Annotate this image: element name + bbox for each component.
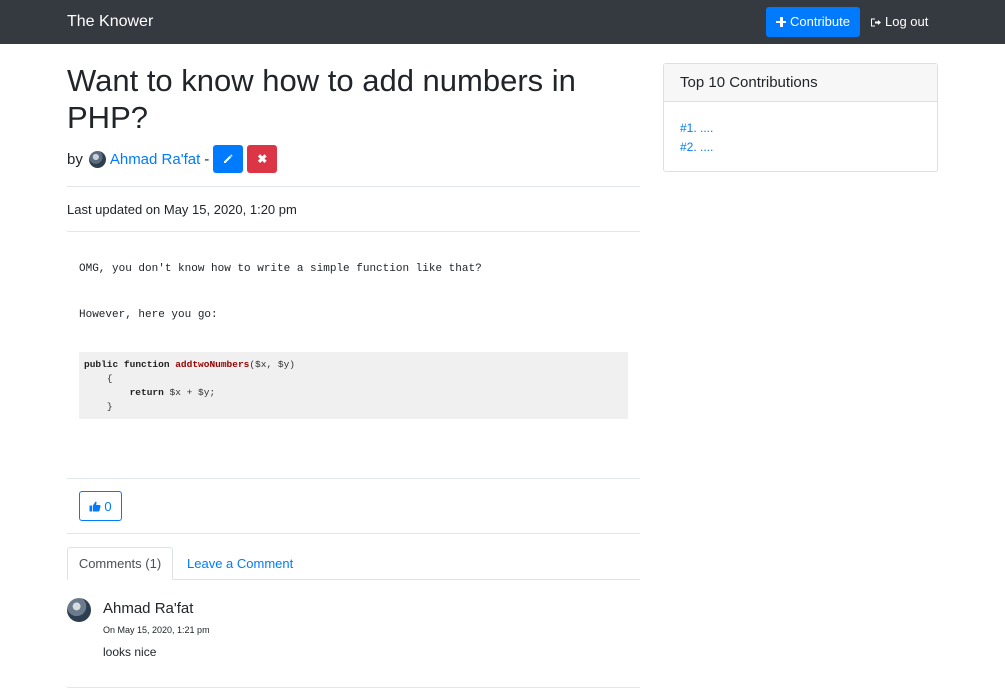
thumbs-up-icon: [89, 501, 101, 511]
like-button[interactable]: 0: [79, 491, 122, 521]
contributions-list: #1. .... #2. ....: [664, 102, 937, 157]
post-paragraph: However, here you go:: [79, 309, 218, 321]
author-link[interactable]: Ahmad Ra'fat: [110, 151, 200, 168]
contribute-button[interactable]: Contribute: [766, 7, 860, 37]
comment-author: Ahmad Ra'fat: [103, 600, 194, 617]
divider: [67, 231, 640, 232]
brand-logo[interactable]: The Knower: [67, 12, 153, 32]
post-title: Want to know how to add numbers in PHP?: [67, 63, 576, 135]
comment-text: looks nice: [103, 645, 157, 659]
code-return-expr: $x + $y;: [169, 387, 216, 398]
divider: [67, 186, 640, 187]
code-keyword: return: [129, 387, 164, 398]
plus-icon: [776, 17, 786, 27]
code-brace: }: [106, 401, 113, 412]
logout-label: Log out: [885, 14, 929, 29]
logout-icon: [871, 18, 881, 26]
like-count: 0: [104, 498, 112, 514]
byline-separator: -: [204, 150, 210, 168]
divider: [67, 687, 640, 688]
commenter-avatar: [67, 598, 91, 622]
post-byline: by Ahmad Ra'fat - ✖: [67, 145, 278, 173]
divider: [67, 478, 640, 479]
by-label: by: [67, 150, 83, 168]
code-keyword: public: [84, 359, 119, 370]
divider: [67, 533, 640, 534]
code-function-name: addtwoNumbers: [175, 359, 250, 370]
author-avatar: [88, 150, 106, 168]
top-navbar: The Knower Contribute Log out: [0, 0, 1005, 44]
edit-post-button[interactable]: [213, 145, 244, 173]
contribute-button-label: Contribute: [790, 14, 850, 29]
tab-comments[interactable]: Comments (1): [67, 547, 173, 580]
code-block: public function addtwoNumbers($x, $y) { …: [79, 352, 628, 419]
contribution-link[interactable]: #2. ....: [680, 138, 921, 157]
tab-leave-comment[interactable]: Leave a Comment: [187, 547, 293, 580]
close-icon: ✖: [257, 152, 268, 166]
post-paragraph: OMG, you don't know how to write a simpl…: [79, 263, 482, 275]
top-contributions-card: Top 10 Contributions #1. .... #2. ....: [663, 63, 938, 172]
card-title: Top 10 Contributions: [664, 64, 937, 102]
logout-link[interactable]: Log out: [870, 14, 928, 30]
comment-date: On May 15, 2020, 1:21 pm: [103, 625, 210, 635]
code-brace: {: [106, 373, 113, 384]
code-params: ($x, $y): [249, 359, 295, 370]
comment-tabs: Comments (1) Leave a Comment: [67, 547, 640, 580]
delete-post-button[interactable]: ✖: [247, 145, 278, 173]
contribution-link[interactable]: #1. ....: [680, 119, 921, 138]
code-keyword: function: [123, 359, 170, 370]
last-updated: Last updated on May 15, 2020, 1:20 pm: [67, 202, 297, 217]
pencil-icon: [224, 154, 233, 163]
